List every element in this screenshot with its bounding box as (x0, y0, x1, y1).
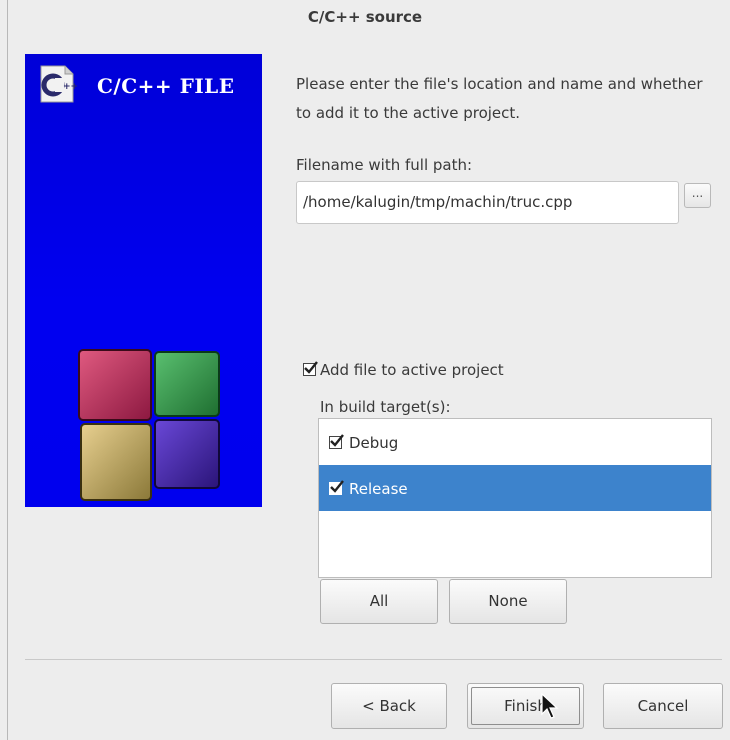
build-target-label: Debug (349, 433, 399, 452)
filename-input[interactable]: /home/kalugin/tmp/machin/truc.cpp (296, 181, 679, 224)
footer-separator (25, 659, 722, 660)
checkbox-checked-icon[interactable] (329, 480, 344, 495)
mouse-cursor-icon (541, 693, 559, 719)
filename-label: Filename with full path: (296, 156, 473, 174)
cancel-button[interactable]: Cancel (603, 683, 723, 729)
browse-button[interactable]: ... (684, 183, 711, 208)
svg-text:++: ++ (63, 82, 77, 92)
wizard-banner: ++ C/C++ FILE (25, 54, 262, 507)
build-target-debug[interactable]: Debug (319, 419, 711, 465)
build-targets-list[interactable]: Debug Release (318, 418, 712, 578)
finish-button[interactable]: Finish (467, 683, 584, 729)
intro-text: Please enter the file's location and nam… (296, 75, 703, 122)
add-to-project-checkbox[interactable]: Add file to active project (303, 360, 504, 379)
back-button[interactable]: < Back (331, 683, 447, 729)
window-left-border (7, 0, 8, 740)
codeblocks-logo (78, 349, 220, 501)
build-target-release[interactable]: Release (319, 465, 711, 511)
checkbox-checked-icon (303, 361, 318, 376)
build-targets-label: In build target(s): (320, 398, 451, 416)
checkbox-checked-icon[interactable] (329, 434, 344, 449)
select-none-button[interactable]: None (449, 579, 567, 624)
banner-title: C/C++ FILE (97, 74, 235, 98)
add-to-project-label: Add file to active project (320, 360, 504, 379)
select-all-button[interactable]: All (320, 579, 438, 624)
cpp-file-icon: ++ (40, 65, 77, 103)
dialog-title: C/C++ source (307, 8, 423, 26)
build-target-label: Release (349, 479, 408, 498)
finish-button-label: Finish (471, 687, 580, 725)
